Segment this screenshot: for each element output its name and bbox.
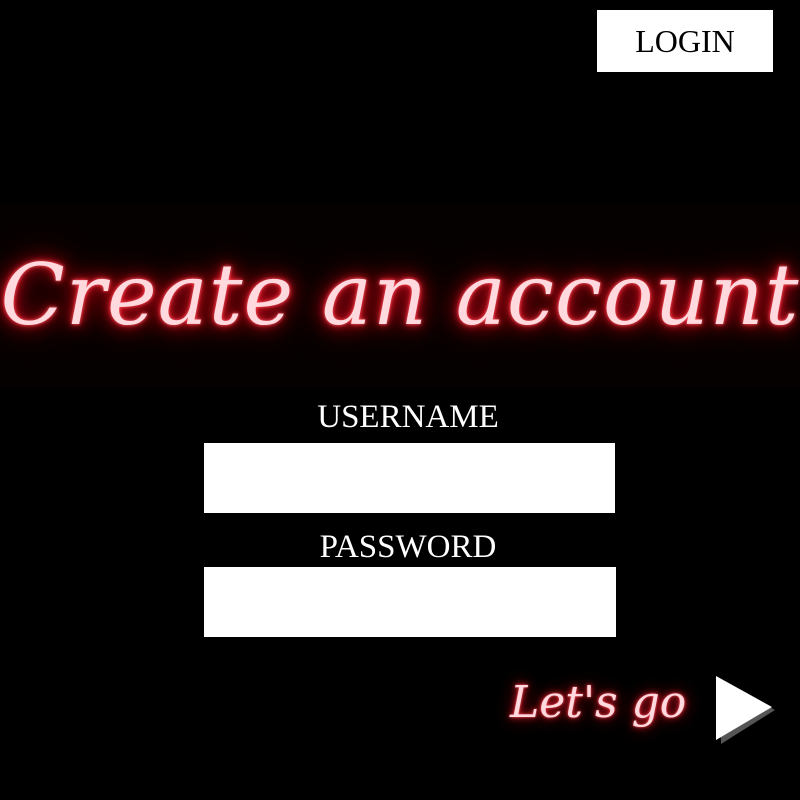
play-arrow-icon[interactable] (712, 673, 778, 745)
login-button[interactable]: LOGIN (597, 10, 773, 72)
password-input[interactable] (204, 567, 616, 637)
title-banner: Create an account (0, 203, 800, 387)
lets-go-link[interactable]: Let's go (510, 668, 686, 738)
password-label: PASSWORD (319, 529, 497, 565)
username-input[interactable] (204, 443, 615, 513)
username-label: USERNAME (317, 399, 499, 435)
page-title: Create an account (0, 246, 800, 344)
